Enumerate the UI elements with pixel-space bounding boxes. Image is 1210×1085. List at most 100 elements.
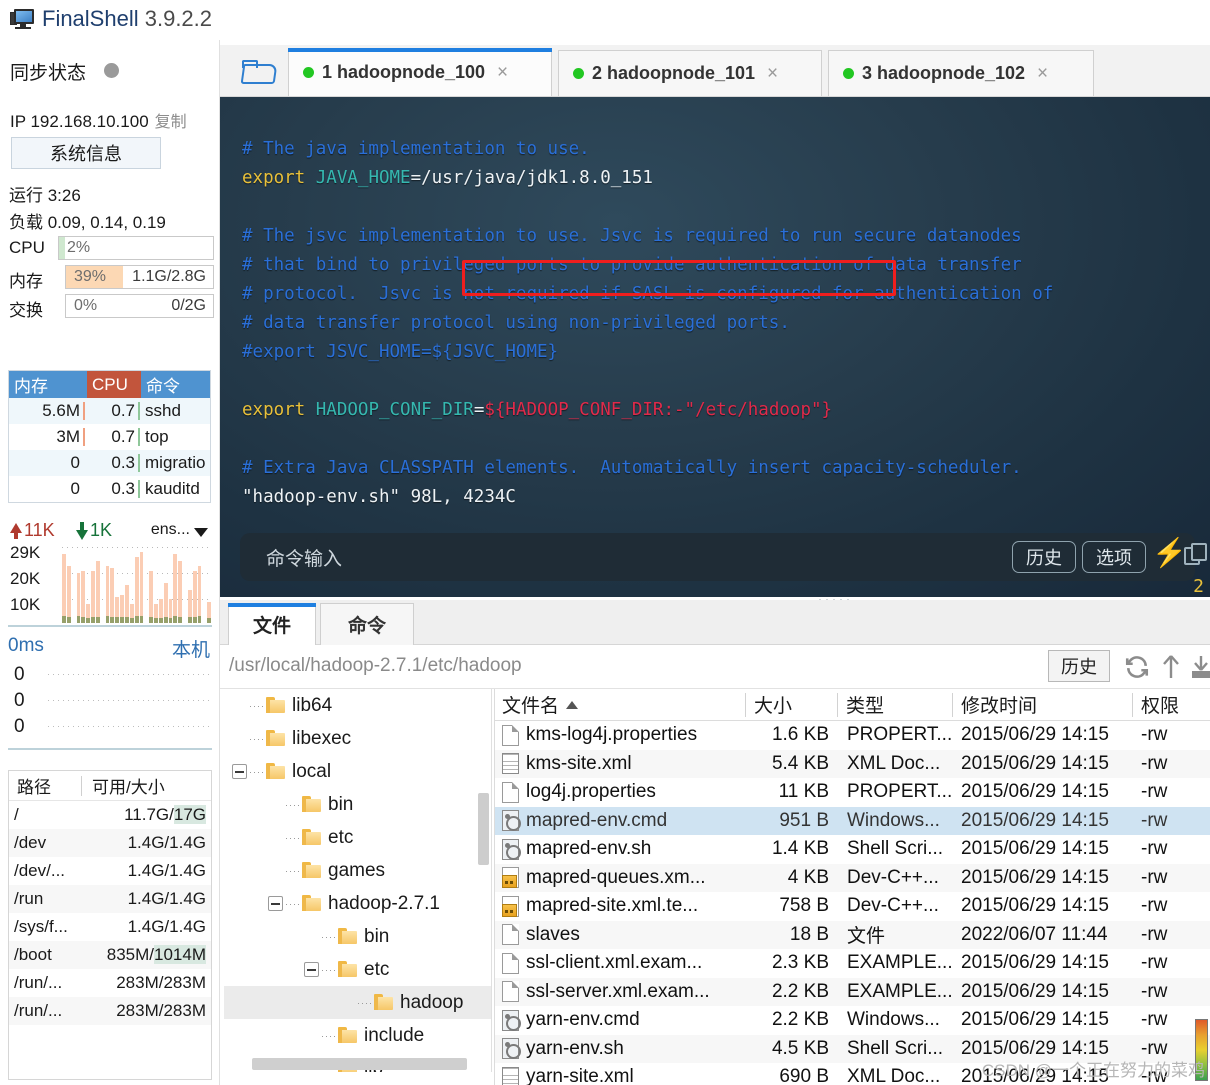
table-row[interactable]: 0 0.3 kauditd bbox=[9, 476, 210, 502]
table-row[interactable]: 5.6M 0.7 sshd bbox=[9, 398, 210, 424]
folder-icon bbox=[338, 1027, 357, 1043]
disk-col-size[interactable]: 可用/大小 bbox=[82, 773, 211, 798]
open-folder-icon[interactable] bbox=[232, 55, 288, 91]
lightning-icon[interactable]: ⚡ bbox=[1152, 539, 1187, 567]
file-col-permissions[interactable]: 权限 bbox=[1133, 689, 1210, 721]
tab-files[interactable]: 文件 bbox=[228, 603, 316, 645]
ping-host-label[interactable]: 本机 bbox=[172, 635, 210, 662]
tree-node-include[interactable]: include bbox=[224, 1019, 491, 1052]
copy-ip-button[interactable]: 复制 bbox=[155, 114, 187, 131]
file-type: XML Doc... bbox=[847, 752, 941, 774]
tab-hadoopnode-102[interactable]: 3 hadoopnode_102 × bbox=[828, 50, 1094, 96]
download-speed: 1K bbox=[90, 520, 113, 540]
terminal-output[interactable]: # The java implementation to use. export … bbox=[220, 97, 1210, 597]
process-memory: 5.6M bbox=[9, 398, 87, 424]
process-col-command[interactable]: 命令 bbox=[141, 371, 210, 398]
command-options-button[interactable]: 选项 bbox=[1082, 541, 1146, 573]
network-interface-label[interactable]: ens... bbox=[151, 521, 190, 539]
collapse-icon[interactable] bbox=[304, 962, 319, 977]
file-panel-tab-bar: 文件 命令 bbox=[220, 600, 1210, 645]
upload-icon[interactable] bbox=[1160, 654, 1182, 680]
disk-path: /run/... bbox=[14, 1001, 63, 1020]
terminal-segment: ${HADOOP_CONF_DIR:- bbox=[484, 400, 685, 420]
directory-tree[interactable]: lib64 libexec local bin etc games hadoop-2.7.1… bbox=[224, 689, 492, 1072]
file-col-name[interactable]: 文件名 bbox=[494, 689, 746, 721]
table-row[interactable]: mapred-env.cmd 951 B Windows... 2015/06/29 … bbox=[494, 806, 1210, 835]
dev-file-icon bbox=[502, 895, 519, 917]
sync-status: 同步状态 bbox=[10, 58, 210, 84]
system-info-button[interactable]: 系统信息 bbox=[11, 137, 161, 169]
table-row[interactable]: mapred-queues.xm... 4 KB Dev-C++... 2015/06… bbox=[494, 863, 1210, 892]
table-row[interactable]: kms-site.xml 5.4 KB XML Doc... 2015/06/29 1… bbox=[494, 749, 1210, 778]
refresh-icon[interactable] bbox=[1124, 654, 1150, 680]
memory-meter-label: 内存 bbox=[9, 272, 43, 291]
file-name: ssl-server.xml.exam... bbox=[526, 980, 710, 1002]
tree-horizontal-scrollbar[interactable] bbox=[252, 1058, 467, 1070]
tree-node-bin[interactable]: bin bbox=[224, 788, 491, 821]
close-icon[interactable]: × bbox=[1037, 63, 1048, 85]
disk-path: /sys/f... bbox=[14, 917, 68, 936]
command-history-button[interactable]: 历史 bbox=[1012, 541, 1076, 573]
tree-node-games[interactable]: games bbox=[224, 854, 491, 887]
disk-path: /run bbox=[14, 889, 44, 908]
table-row[interactable]: / 11.7G/17G bbox=[9, 801, 211, 829]
table-row[interactable]: kms-log4j.properties 1.6 KB PROPERT... 2015… bbox=[494, 721, 1210, 750]
table-row[interactable]: /boot 835M/1014M bbox=[9, 941, 211, 969]
tree-node-bin[interactable]: bin bbox=[224, 920, 491, 953]
file-modified: 2015/06/29 14:15 bbox=[961, 952, 1109, 974]
process-memory: 0 bbox=[70, 453, 80, 472]
table-row[interactable]: /run 1.4G/1.4G bbox=[9, 885, 211, 913]
table-row[interactable]: log4j.properties 11 KB PROPERT... 2015/06/2… bbox=[494, 778, 1210, 807]
file-col-type[interactable]: 类型 bbox=[838, 689, 953, 721]
command-input-bar[interactable]: 命令输入 历史 选项 ⚡ bbox=[240, 533, 1207, 581]
chevron-down-icon[interactable] bbox=[194, 528, 208, 537]
ping-header: 0ms 本机 bbox=[8, 635, 212, 663]
tree-node-local[interactable]: local bbox=[224, 755, 491, 788]
path-history-button[interactable]: 历史 bbox=[1048, 650, 1110, 682]
file-permissions: -rw bbox=[1141, 752, 1168, 774]
file-name: yarn-site.xml bbox=[526, 1066, 634, 1085]
tree-node-etc[interactable]: etc bbox=[224, 953, 491, 986]
table-row[interactable]: ssl-client.xml.exam... 2.3 KB EXAMPLE... 20… bbox=[494, 949, 1210, 978]
table-row[interactable]: mapred-env.sh 1.4 KB Shell Scri... 2015/06/… bbox=[494, 835, 1210, 864]
file-col-size[interactable]: 大小 bbox=[746, 689, 838, 721]
collapse-icon[interactable] bbox=[232, 764, 247, 779]
table-row[interactable]: 0 0.3 migratio bbox=[9, 450, 210, 476]
download-icon[interactable] bbox=[1188, 654, 1210, 680]
tab-hadoopnode-100[interactable]: 1 hadoopnode_100 × bbox=[288, 48, 552, 96]
disk-size: 835M/1014M bbox=[106, 945, 206, 964]
tree-node-lib64[interactable]: lib64 bbox=[224, 689, 491, 722]
process-col-memory[interactable]: 内存 bbox=[9, 371, 87, 398]
table-row[interactable]: /run/... 283M/283M bbox=[9, 997, 211, 1025]
tree-vertical-scrollbar[interactable] bbox=[478, 793, 489, 865]
tab-hadoopnode-101[interactable]: 2 hadoopnode_101 × bbox=[558, 50, 822, 96]
table-row[interactable]: slaves 18 B 文件 2022/06/07 11:44 -rw bbox=[494, 920, 1210, 949]
tree-node-hadoop-2-7-1[interactable]: hadoop-2.7.1 bbox=[224, 887, 491, 920]
close-icon[interactable]: × bbox=[497, 62, 508, 84]
disk-col-path[interactable]: 路径 bbox=[9, 773, 81, 798]
copy-icon[interactable] bbox=[1184, 543, 1208, 567]
close-icon[interactable]: × bbox=[767, 63, 778, 85]
table-row[interactable]: yarn-env.cmd 2.2 KB Windows... 2015/06/29 1… bbox=[494, 1006, 1210, 1035]
file-permissions: -rw bbox=[1141, 724, 1168, 746]
current-path[interactable]: /usr/local/hadoop-2.7.1/etc/hadoop bbox=[229, 655, 522, 677]
table-row[interactable]: mapred-site.xml.te... 758 B Dev-C++... 2015… bbox=[494, 892, 1210, 921]
process-col-cpu[interactable]: CPU bbox=[87, 371, 141, 398]
table-row[interactable]: /dev/... 1.4G/1.4G bbox=[9, 857, 211, 885]
tree-node-hadoop[interactable]: hadoop bbox=[224, 986, 491, 1019]
file-col-modified[interactable]: 修改时间 bbox=[953, 689, 1133, 721]
tab-commands[interactable]: 命令 bbox=[320, 603, 414, 645]
table-row[interactable]: /run/... 283M/283M bbox=[9, 969, 211, 997]
file-type: Dev-C++... bbox=[847, 866, 939, 888]
terminal-segment: export bbox=[242, 168, 316, 188]
tree-node-libexec[interactable]: libexec bbox=[224, 722, 491, 755]
table-row[interactable]: /sys/f... 1.4G/1.4G bbox=[9, 913, 211, 941]
file-permissions: -rw bbox=[1141, 923, 1168, 945]
table-row[interactable]: 3M 0.7 top bbox=[9, 424, 210, 450]
table-row[interactable]: /dev 1.4G/1.4G bbox=[9, 829, 211, 857]
table-row[interactable]: ssl-server.xml.exam... 2.2 KB EXAMPLE... 20… bbox=[494, 977, 1210, 1006]
tree-node-etc[interactable]: etc bbox=[224, 821, 491, 854]
file-name-cell: ssl-server.xml.exam... bbox=[494, 981, 746, 1003]
swap-meter-detail: 0/2G bbox=[171, 297, 206, 314]
collapse-icon[interactable] bbox=[268, 896, 283, 911]
